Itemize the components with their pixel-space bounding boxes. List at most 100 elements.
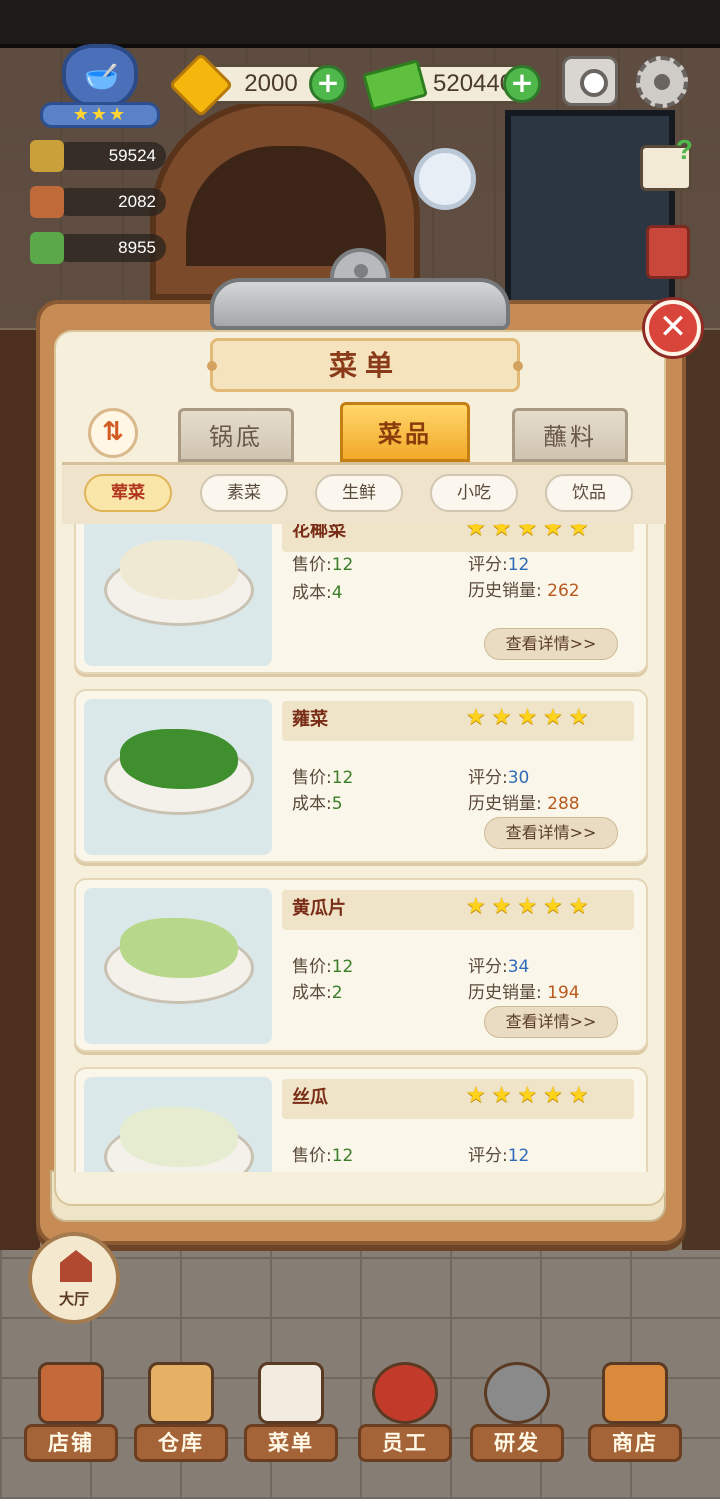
stat-row-rating: 8955 <box>30 230 166 266</box>
subtab-vegetable[interactable]: 素菜 <box>200 474 288 512</box>
dish-rating-stars: ★★★★★ <box>466 524 595 541</box>
nav-label: 菜单 <box>244 1424 338 1462</box>
nav-label: 员工 <box>358 1424 452 1462</box>
wall-plate-decoration <box>414 148 476 210</box>
dish-name: 花椰菜 <box>292 524 346 541</box>
stat-value: 8955 <box>118 238 156 257</box>
add-gems-button[interactable]: + <box>309 65 347 103</box>
score-row: 评分:12 <box>468 555 530 575</box>
dish-image <box>84 888 272 1044</box>
staff-icon <box>372 1362 438 1424</box>
sales-row: 历史销量: 262 <box>468 581 580 601</box>
tab-soup-base[interactable]: 锅底 <box>178 408 294 462</box>
price-row: 售价:12 <box>292 768 354 788</box>
subtab-meat[interactable]: 荤菜 <box>84 474 172 512</box>
nav-store[interactable]: 商店 <box>580 1356 690 1466</box>
nav-menu[interactable]: 菜单 <box>236 1356 346 1466</box>
research-icon <box>484 1362 550 1424</box>
customers-icon <box>30 186 64 218</box>
cost-row: 成本:5 <box>292 794 343 814</box>
cucumber-slices-icon <box>120 918 238 978</box>
hall-icon <box>60 1250 92 1282</box>
camera-icon[interactable] <box>562 56 618 106</box>
left-wall-decor <box>0 330 40 1250</box>
tab-dipping-sauce[interactable]: 蘸料 <box>512 408 628 462</box>
dish-image <box>84 1077 272 1172</box>
tab-dishes[interactable]: 菜品 <box>340 402 470 462</box>
score-row: 评分:12 <box>468 1146 530 1166</box>
loofah-icon <box>120 1107 238 1167</box>
back-door <box>505 110 675 330</box>
help-book-icon[interactable] <box>640 134 693 191</box>
view-detail-button[interactable]: 查看详情>> <box>484 628 618 660</box>
ceiling-beam <box>0 0 720 48</box>
water-spinach-icon <box>120 729 238 789</box>
nav-label: 仓库 <box>134 1424 228 1462</box>
nav-label: 研发 <box>470 1424 564 1462</box>
price-row: 售价:12 <box>292 555 354 575</box>
sales-row: 历史销量: 0 <box>468 1167 558 1172</box>
warehouse-icon <box>148 1362 214 1424</box>
menu-title-plate: 菜单 <box>207 338 523 392</box>
gear-icon[interactable] <box>636 56 688 108</box>
cost-row: 成本:4 <box>292 1167 343 1172</box>
hall-label: 大厅 <box>58 1290 89 1308</box>
dish-name: 丝瓜 <box>292 1087 328 1108</box>
rank-shield-icon <box>62 44 138 110</box>
sort-button[interactable]: ⇅ <box>88 408 138 458</box>
close-button[interactable]: ✕ <box>645 300 701 356</box>
dish-card[interactable]: 花椰菜 ★★★★★ 售价:12 成本:4 评分:12 历史销量: 262 查看详… <box>74 524 648 674</box>
rank-stars: ★★★ <box>40 102 160 128</box>
nav-warehouse[interactable]: 仓库 <box>126 1356 236 1466</box>
restaurant-rank-badge[interactable]: ★★★ <box>40 44 160 128</box>
dish-rating-stars: ★★★★★ <box>466 894 595 919</box>
subtab-drinks[interactable]: 饮品 <box>545 474 633 512</box>
stat-row-popularity: 59524 <box>30 138 166 174</box>
recipe-book-icon[interactable] <box>646 225 690 279</box>
dish-card[interactable]: 丝瓜 ★★★★★ 售价:12 成本:4 评分:12 历史销量: 0 查看详情>> <box>74 1067 648 1172</box>
store-icon <box>602 1362 668 1424</box>
nav-label: 商店 <box>588 1424 682 1462</box>
nav-staff[interactable]: 员工 <box>350 1356 460 1466</box>
shop-icon <box>38 1362 104 1424</box>
menu-icon <box>258 1362 324 1424</box>
dish-image <box>84 699 272 855</box>
nav-label: 店铺 <box>24 1424 118 1462</box>
stat-value: 59524 <box>108 146 156 165</box>
score-row: 评分:30 <box>468 768 530 788</box>
dish-rating-stars: ★★★★★ <box>466 705 595 730</box>
clipboard-clip <box>210 248 510 330</box>
sales-row: 历史销量: 288 <box>468 794 580 814</box>
gem-value: 2000 <box>244 70 298 97</box>
subtab-fresh[interactable]: 生鲜 <box>315 474 403 512</box>
dish-image <box>84 524 272 666</box>
stat-value: 2082 <box>118 192 156 211</box>
add-cash-button[interactable]: + <box>503 65 541 103</box>
cauliflower-icon <box>120 540 238 600</box>
dish-name: 黄瓜片 <box>292 898 346 919</box>
cash-value: 520440 <box>433 70 514 97</box>
cost-row: 成本:2 <box>292 983 343 1003</box>
hall-button[interactable]: 大厅 <box>28 1232 120 1324</box>
view-detail-button[interactable]: 查看详情>> <box>484 817 618 849</box>
popularity-icon <box>30 140 64 172</box>
cash-icon <box>364 60 420 104</box>
dish-list[interactable]: 花椰菜 ★★★★★ 售价:12 成本:4 评分:12 历史销量: 262 查看详… <box>70 524 652 1172</box>
gem-icon <box>172 58 224 106</box>
score-row: 评分:34 <box>468 957 530 977</box>
dish-rating-stars: ★★★★★ <box>466 1083 595 1108</box>
page-title: 菜单 <box>328 349 401 382</box>
price-row: 售价:12 <box>292 1146 354 1166</box>
view-detail-button[interactable]: 查看详情>> <box>484 1006 618 1038</box>
stat-row-customers: 2082 <box>30 184 166 220</box>
dish-card[interactable]: 蕹菜 ★★★★★ 售价:12 成本:5 评分:30 历史销量: 288 查看详情… <box>74 689 648 863</box>
nav-shop[interactable]: 店铺 <box>16 1356 126 1466</box>
cost-row: 成本:4 <box>292 583 343 603</box>
dish-name: 蕹菜 <box>292 709 328 730</box>
rating-icon <box>30 232 64 264</box>
nav-research[interactable]: 研发 <box>462 1356 572 1466</box>
right-wall-decor <box>682 330 720 1250</box>
subtab-snacks[interactable]: 小吃 <box>430 474 518 512</box>
sales-row: 历史销量: 194 <box>468 983 580 1003</box>
dish-card[interactable]: 黄瓜片 ★★★★★ 售价:12 成本:2 评分:34 历史销量: 194 查看详… <box>74 878 648 1052</box>
